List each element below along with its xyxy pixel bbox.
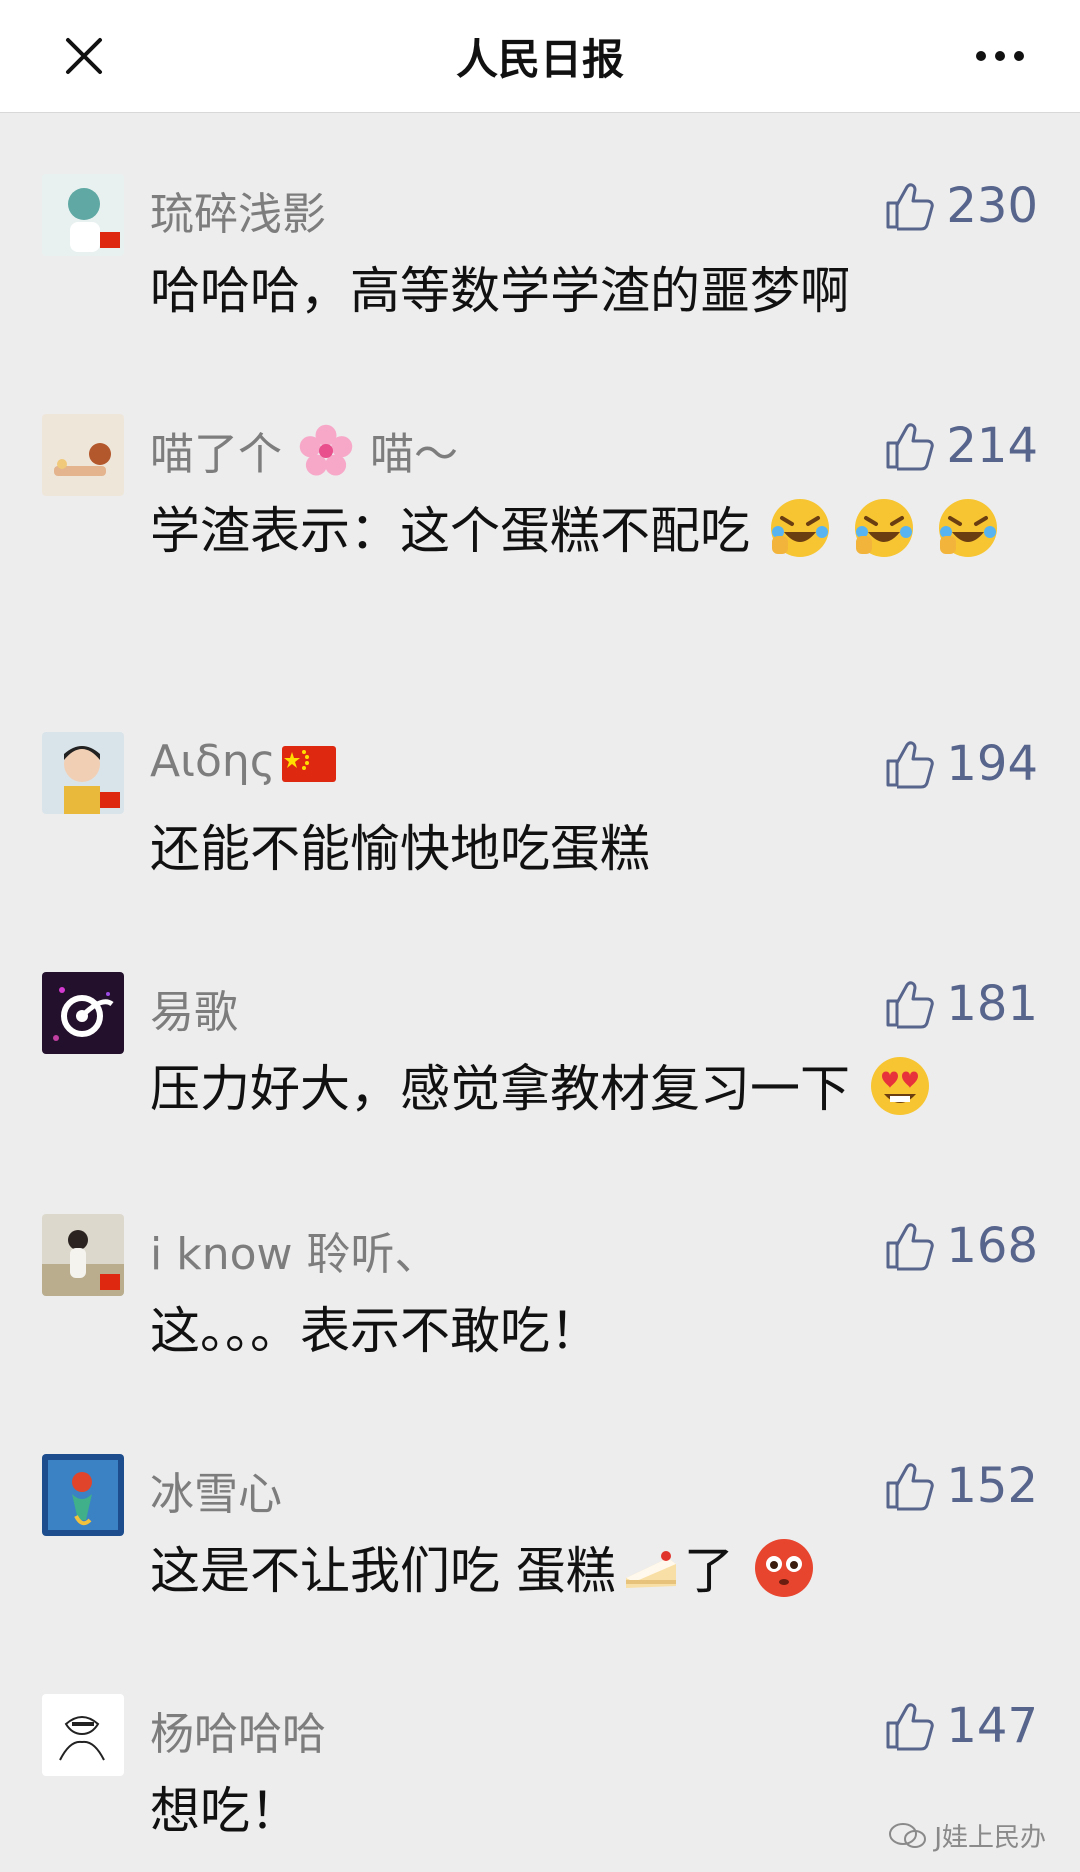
like-count: 147	[946, 1698, 1038, 1754]
thumbs-up-icon	[886, 741, 935, 789]
thumbs-up-icon	[886, 423, 935, 471]
china-flag-icon	[281, 746, 336, 782]
like-button[interactable]: 194	[882, 736, 1038, 792]
comment-author[interactable]: 易歌	[150, 976, 238, 1040]
thumbs-up-icon	[886, 183, 935, 231]
comment-author[interactable]: 杨哈哈哈	[150, 1698, 326, 1762]
like-count: 194	[946, 736, 1038, 792]
like-button[interactable]: 168	[882, 1218, 1038, 1274]
flushed-face-emoji	[754, 1539, 813, 1597]
comment-text: 哈哈哈，高等数学学渣的噩梦啊	[150, 262, 850, 320]
avatar[interactable]	[42, 1214, 124, 1296]
more-button[interactable]	[968, 28, 1032, 84]
like-button[interactable]: 230	[882, 178, 1038, 234]
laughing-crying-emoji	[854, 499, 913, 557]
avatar[interactable]	[42, 732, 124, 814]
wechat-icon	[889, 1822, 927, 1848]
thumbs-up-icon	[886, 981, 935, 1029]
comment-author[interactable]: 喵了个 喵～	[150, 418, 458, 482]
like-button[interactable]: 181	[882, 976, 1038, 1032]
avatar[interactable]	[42, 414, 124, 496]
avatar[interactable]	[42, 972, 124, 1054]
laughing-crying-emoji	[770, 499, 829, 557]
cake-emoji	[625, 1551, 676, 1588]
cherry-blossom-icon	[299, 424, 353, 476]
comment-author[interactable]: 冰雪心	[150, 1458, 282, 1522]
like-button[interactable]: 147	[882, 1698, 1038, 1754]
like-button[interactable]: 152	[882, 1458, 1038, 1514]
like-count: 230	[946, 178, 1038, 234]
like-count: 181	[946, 976, 1038, 1032]
avatar[interactable]	[42, 1694, 124, 1776]
like-count: 168	[946, 1218, 1038, 1274]
avatar[interactable]	[42, 1454, 124, 1536]
comment-text: 还能不能愉快地吃蛋糕	[150, 820, 650, 878]
laughing-crying-emoji	[938, 499, 997, 557]
top-bar: 人民日报	[0, 0, 1080, 113]
comment-text: 压力好大，感觉拿教材复习一下	[150, 1050, 1020, 1128]
like-count: 214	[946, 418, 1038, 474]
comment-text: 这。。。表示不敢吃！	[150, 1302, 600, 1360]
more-icon	[976, 51, 1024, 61]
thumbs-up-icon	[886, 1463, 935, 1511]
watermark: J娃上民办	[888, 1817, 1046, 1854]
comment-author[interactable]: i know 聆听、	[150, 1218, 438, 1282]
comment-text: 学渣表示：这个蛋糕不配吃	[150, 492, 1020, 570]
like-count: 152	[946, 1458, 1038, 1514]
comment-author[interactable]: Αιδης	[150, 736, 336, 787]
thumbs-up-icon	[886, 1703, 935, 1751]
comment-author[interactable]: 琉碎浅影	[150, 178, 326, 242]
page-title: 人民日报	[455, 34, 624, 84]
thumbs-up-icon	[886, 1223, 935, 1271]
heart-eyes-emoji	[870, 1057, 929, 1115]
like-button[interactable]: 214	[882, 418, 1038, 474]
comment-text: 这是不让我们吃 蛋糕 了	[150, 1532, 1020, 1610]
avatar[interactable]	[42, 174, 124, 256]
